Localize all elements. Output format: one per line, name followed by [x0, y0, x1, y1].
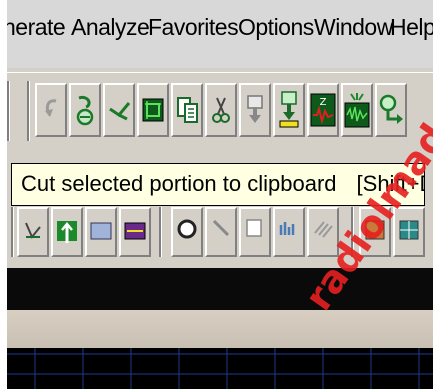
undo-icon: [45, 99, 57, 117]
copy-icon: [177, 97, 198, 123]
tool-button[interactable]: [273, 207, 305, 257]
menu-generate[interactable]: nerate: [7, 14, 66, 41]
tool-button[interactable]: [171, 207, 203, 257]
oscilloscope-grid[interactable]: [7, 348, 433, 389]
paste-special-button[interactable]: [273, 83, 305, 137]
menu-favorites[interactable]: Favorites: [148, 14, 239, 41]
chart-icon: [124, 222, 146, 240]
probe-icon: [109, 102, 131, 121]
cut-button[interactable]: [205, 83, 237, 137]
menu-options[interactable]: Options: [238, 14, 314, 41]
wire-icon: [25, 222, 41, 239]
menu-bar: nerate Analyze Favorites Options Window …: [7, 0, 433, 68]
crop-button[interactable]: [137, 83, 169, 137]
menu-analyze[interactable]: Analyze: [71, 14, 150, 41]
grid-lines: [7, 348, 433, 389]
waveform-z-button[interactable]: Z: [307, 83, 339, 137]
display-divider: [7, 310, 433, 348]
document-icon: [246, 219, 262, 237]
menu-help[interactable]: Help: [390, 14, 433, 41]
probe-button[interactable]: [103, 83, 135, 137]
upload-icon: [57, 221, 77, 243]
noise-icon: [344, 93, 370, 128]
waveform-z-icon: Z: [310, 93, 336, 127]
tooltip-text: Cut selected portion to clipboard: [21, 171, 337, 196]
svg-text:Z: Z: [320, 97, 327, 108]
noise-button[interactable]: [341, 83, 373, 137]
toolbar-separator: [11, 207, 14, 257]
tool-button[interactable]: [119, 207, 151, 257]
redo-scope-icon: [76, 95, 94, 126]
paste-special-icon: [279, 91, 299, 128]
tool-button[interactable]: [51, 207, 83, 257]
redo-scope-button[interactable]: [69, 83, 101, 137]
cut-icon: [212, 97, 230, 123]
gauge-icon: [177, 219, 197, 239]
toolbar-edge: [7, 81, 10, 141]
crop-icon: [142, 98, 164, 122]
window-icon: [90, 222, 112, 240]
bars-icon: [279, 222, 295, 235]
tool-button[interactable]: [85, 207, 117, 257]
probe-arrow-button[interactable]: [375, 83, 407, 137]
main-toolbar: Z: [7, 72, 433, 161]
copy-button[interactable]: [171, 83, 203, 137]
paste-icon: [247, 95, 263, 123]
menu-window[interactable]: Window: [314, 14, 393, 41]
paste-button[interactable]: [239, 83, 271, 137]
tool-button[interactable]: [239, 207, 271, 257]
probe-arrow-icon: [379, 94, 403, 124]
tool-button[interactable]: [205, 207, 237, 257]
pen-icon: [212, 219, 230, 237]
toolbar-separator: [159, 207, 162, 257]
app-window: nerate Analyze Favorites Options Window …: [7, 0, 433, 389]
undo-button[interactable]: [35, 83, 67, 137]
toolbar-separator: [27, 81, 30, 141]
tool-button[interactable]: [17, 207, 49, 257]
